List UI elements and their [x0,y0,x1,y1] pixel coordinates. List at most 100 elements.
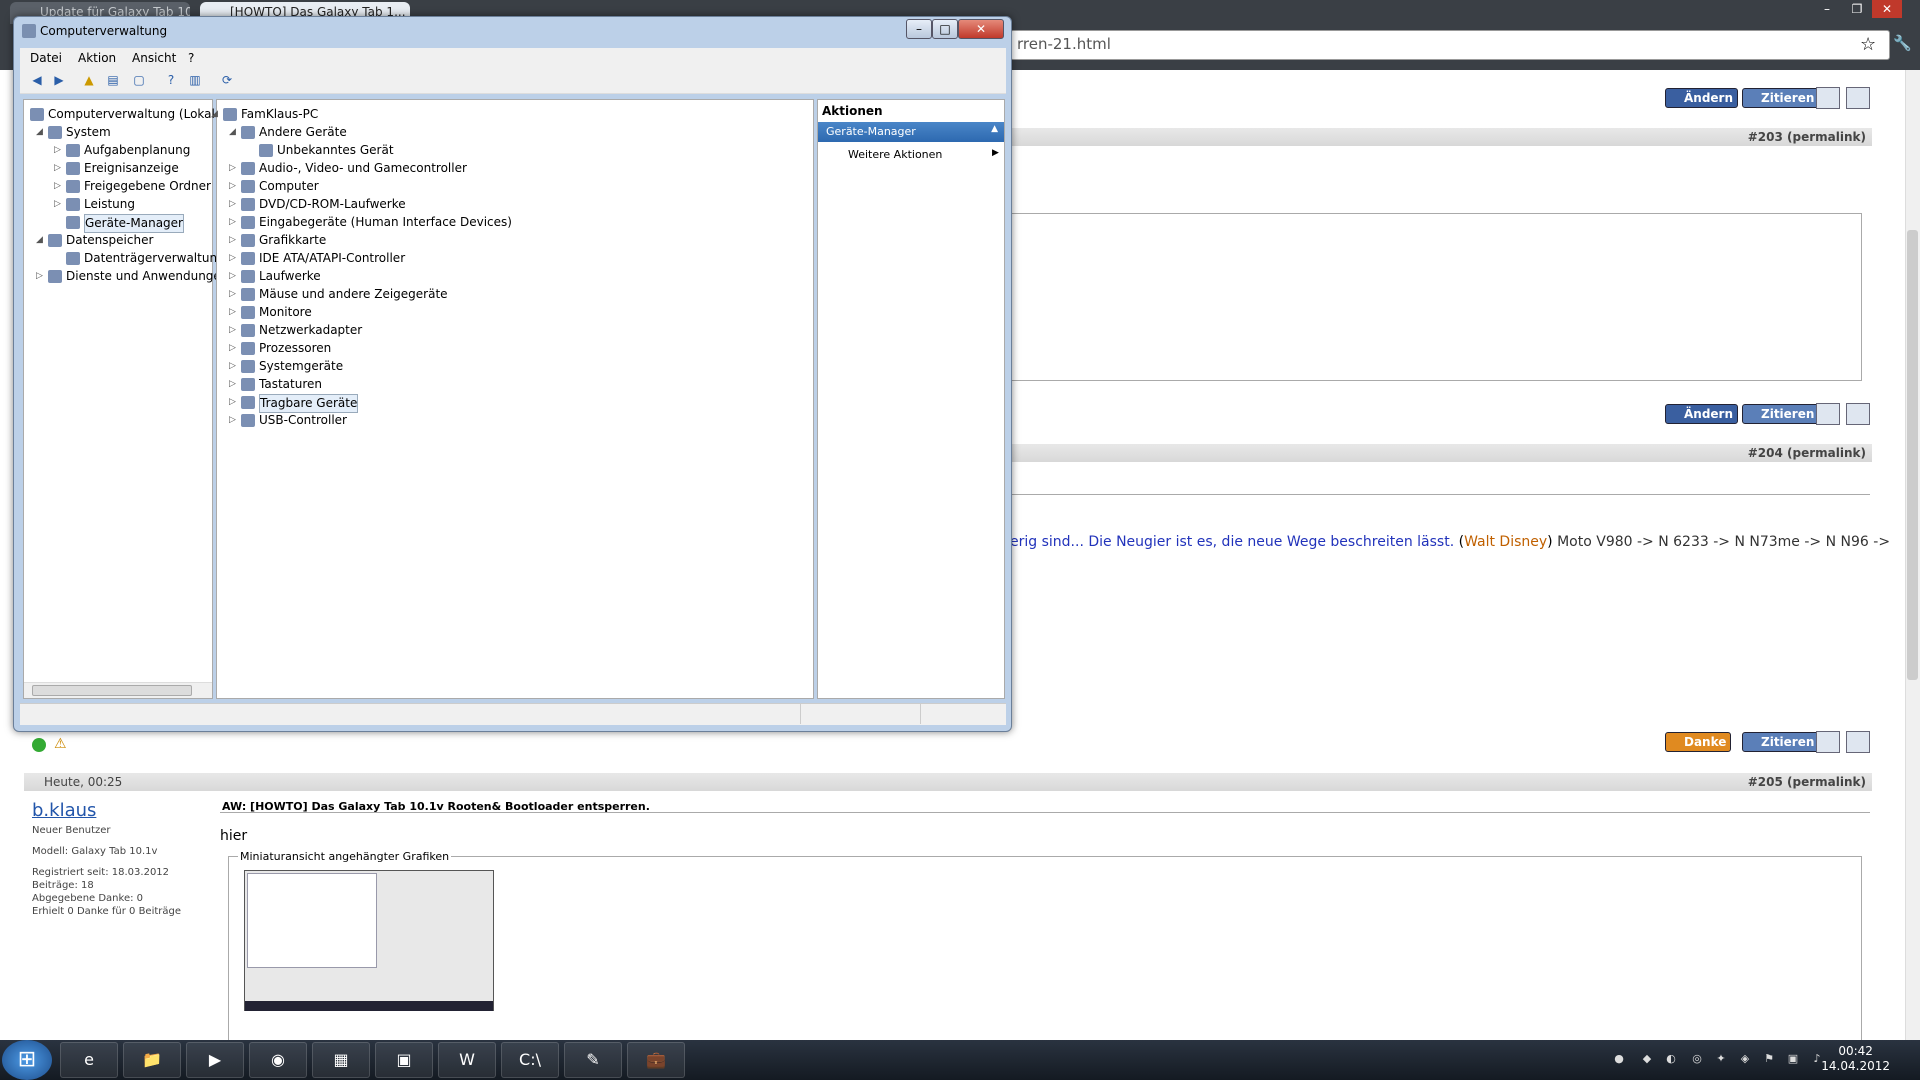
bookmark-star-icon[interactable]: ☆ [1860,34,1876,55]
maximize-button[interactable]: □ [932,19,958,39]
tree-node-label[interactable]: Andere Geräte [259,124,347,141]
expand-triangle-icon[interactable]: ▷ [229,358,236,375]
expand-triangle-icon[interactable]: ▷ [229,250,236,267]
expand-triangle-icon[interactable]: ▷ [54,178,61,195]
start-button[interactable]: ⊞ [2,1040,52,1080]
tree-node-label[interactable]: USB-Controller [259,412,347,429]
expand-triangle-icon[interactable]: ▷ [229,340,236,357]
collapse-triangle-icon[interactable]: ◢ [36,232,43,249]
wrench-icon[interactable]: 🔧 [1893,34,1912,52]
scrollbar-thumb[interactable] [32,685,192,696]
expand-triangle-icon[interactable]: ▷ [229,196,236,213]
weitere-aktionen-item[interactable]: Weitere Aktionen [848,148,942,161]
menu-ansicht[interactable]: Ansicht [132,51,176,65]
multi-quote-icon[interactable] [1816,403,1840,425]
tree-node-label[interactable]: Computer [259,178,319,195]
post-number[interactable]: #205 (permalink) [1748,775,1866,789]
tree-node-label[interactable]: Monitore [259,304,312,321]
actions-section-geraete-manager[interactable]: Geräte-Manager ▲ [818,122,1004,142]
taskbar-app-8[interactable]: ✎ [564,1042,622,1078]
post-number[interactable]: #203 (permalink) [1748,130,1866,144]
tree-node-label[interactable]: Freigegebene Ordner [84,178,211,195]
warning-icon[interactable]: ⚠ [54,736,67,752]
tree-node-label[interactable]: Tragbare Geräte [259,394,359,413]
tree-node-label[interactable]: Ereignisanzeige [84,160,179,177]
tree-node-label[interactable]: Unbekanntes Gerät [277,142,394,159]
tray-icon-1[interactable]: ● [1612,1052,1626,1066]
tree-node-label[interactable]: Laufwerke [259,268,321,285]
browser-maximize-button[interactable]: ❐ [1842,0,1872,18]
clock[interactable]: 00:42 14.04.2012 [1821,1044,1890,1074]
taskbar-app-7[interactable]: C:\ [501,1042,559,1078]
danke-button[interactable]: Danke [1665,732,1732,752]
tree-node-label[interactable]: System [66,124,111,141]
tree-node-label[interactable]: Dienste und Anwendungen [66,268,228,285]
andern-button-1[interactable]: Ändern [1665,88,1739,108]
up-folder-icon[interactable]: ▲ [80,72,98,89]
menu-datei[interactable]: Datei [30,51,62,65]
expand-triangle-icon[interactable]: ▷ [54,160,61,177]
address-bar[interactable]: rren-21.html [1010,30,1890,60]
username-link[interactable]: b.klaus [32,800,96,821]
forward-arrow-icon[interactable]: ▶ [50,72,68,89]
browser-minimize-button[interactable]: – [1812,0,1842,18]
show-tree-icon[interactable]: ▤ [104,72,122,89]
tree-node-label[interactable]: Tastaturen [259,376,322,393]
attachment-thumbnail[interactable] [244,870,494,1011]
minimize-button[interactable]: – [906,19,932,39]
browser-close-button[interactable]: ✕ [1872,0,1902,18]
tree-node-label[interactable]: Aufgabenplanung [84,142,190,159]
action-pane-icon[interactable]: ▥ [186,72,204,89]
zitieren-button-2[interactable]: Zitieren [1742,404,1820,424]
expand-triangle-icon[interactable]: ▷ [229,322,236,339]
collapse-arrow-icon[interactable]: ▲ [991,124,998,134]
tree-node-label[interactable]: Systemgeräte [259,358,343,375]
expand-triangle-icon[interactable]: ▷ [36,268,43,285]
tree-node-label[interactable]: Geräte-Manager [84,214,184,233]
close-button[interactable]: ✕ [958,19,1004,39]
zitieren-button-1[interactable]: Zitieren [1742,88,1820,108]
report-icon[interactable] [1846,731,1870,753]
expand-triangle-icon[interactable]: ▷ [229,286,236,303]
tray-icon-4[interactable]: ◎ [1690,1052,1704,1066]
expand-triangle-icon[interactable]: ▷ [229,376,236,393]
tree-node-label[interactable]: IDE ATA/ATAPI-Controller [259,250,405,267]
expand-triangle-icon[interactable]: ▷ [229,304,236,321]
help-icon[interactable]: ? [162,72,180,89]
expand-triangle-icon[interactable]: ▷ [229,178,236,195]
collapse-triangle-icon[interactable]: ◢ [36,124,43,141]
multi-quote-icon[interactable] [1816,731,1840,753]
tree-node-label[interactable]: Grafikkarte [259,232,326,249]
taskbar-app-9[interactable]: 💼 [627,1042,685,1078]
report-icon[interactable] [1846,87,1870,109]
tree-node-label[interactable]: Prozessoren [259,340,331,357]
multi-quote-icon[interactable] [1816,87,1840,109]
expand-triangle-icon[interactable]: ▷ [229,412,236,429]
tree-node-label[interactable]: Datenspeicher [66,232,153,249]
menu-aktion[interactable]: Aktion [78,51,116,65]
expand-triangle-icon[interactable]: ▷ [229,160,236,177]
page-scrollbar-thumb[interactable] [1907,230,1918,680]
post-number[interactable]: #204 (permalink) [1748,446,1866,460]
tree-node-label[interactable]: Computerverwaltung (Lokal) [48,106,220,123]
expand-triangle-icon[interactable]: ▷ [229,394,236,411]
tree-node-label[interactable]: Audio-, Video- und Gamecontroller [259,160,467,177]
expand-triangle-icon[interactable]: ▷ [54,196,61,213]
tray-icon-3[interactable]: ◐ [1664,1052,1678,1066]
network-icon[interactable]: ▣ [1786,1052,1800,1066]
expand-triangle-icon[interactable]: ▷ [54,142,61,159]
tree-node-label[interactable]: Netzwerkadapter [259,322,362,339]
andern-button-2[interactable]: Ändern [1665,404,1739,424]
report-icon[interactable] [1846,403,1870,425]
menu-help[interactable]: ? [188,51,194,65]
expand-triangle-icon[interactable]: ▷ [229,214,236,231]
back-arrow-icon[interactable]: ◀ [28,72,46,89]
tray-icon-2[interactable]: ◆ [1640,1052,1654,1066]
tray-icon-5[interactable]: ✦ [1714,1052,1728,1066]
tree-node-label[interactable]: FamKlaus-PC [241,106,318,123]
taskbar-app-0[interactable]: e [60,1042,118,1078]
tree-node-label[interactable]: DVD/CD-ROM-Laufwerke [259,196,406,213]
collapse-triangle-icon[interactable]: ◢ [229,124,236,141]
taskbar-app-1[interactable]: 📁 [123,1042,181,1078]
expand-triangle-icon[interactable]: ▷ [229,232,236,249]
